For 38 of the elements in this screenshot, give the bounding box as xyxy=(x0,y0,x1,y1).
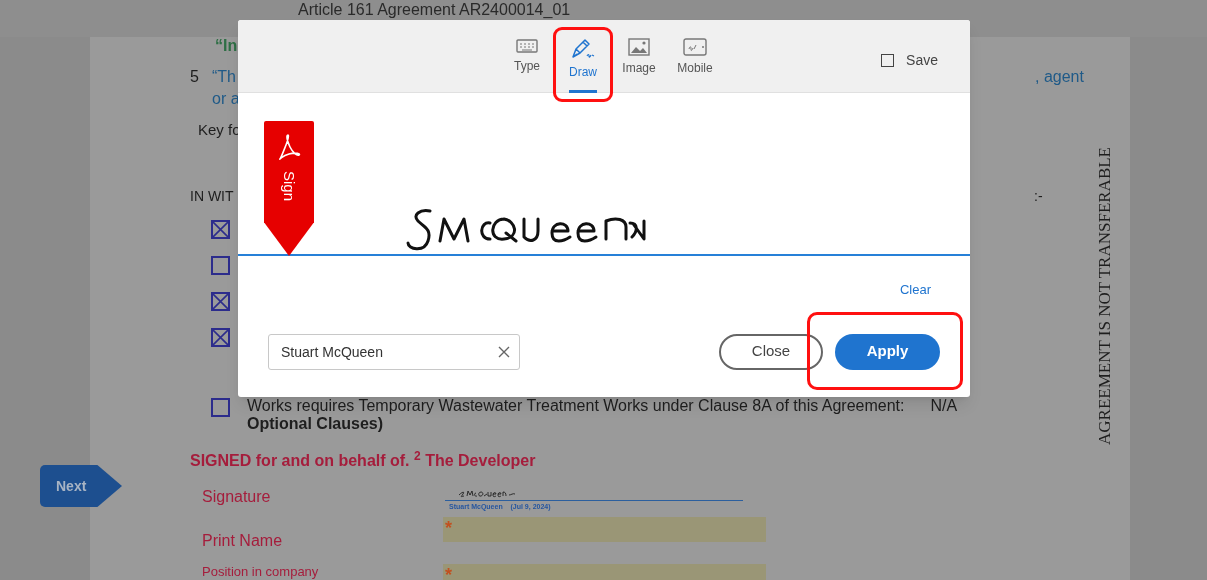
close-button[interactable]: Close xyxy=(719,333,823,370)
tab[interactable]: Type xyxy=(514,20,540,93)
name-field[interactable]: Stuart McQueen xyxy=(268,333,520,370)
apply-button[interactable]: Apply xyxy=(835,333,940,370)
field-label: Position in company xyxy=(201,564,320,580)
close-icon[interactable] xyxy=(498,345,510,358)
option-value: N/A xyxy=(930,397,958,415)
checkbox[interactable] xyxy=(881,54,895,67)
pen-icon xyxy=(570,38,596,60)
mobile-device-icon xyxy=(683,38,707,56)
option-text: Works requires Temporary Wastewater Treatment Works under Clause 8A of this Agreement: xyxy=(247,397,905,415)
acrobat-logo-icon xyxy=(277,133,301,161)
required-mark: * xyxy=(445,518,452,538)
checkbox[interactable] xyxy=(211,328,230,347)
image-icon xyxy=(628,38,650,56)
option-note: Optional Clauses) xyxy=(247,415,385,433)
clear-link[interactable]: Clear xyxy=(899,280,931,300)
field-label: Signature xyxy=(201,487,272,507)
save-label: Save xyxy=(906,51,938,70)
tab[interactable]: Draw xyxy=(569,20,597,93)
document-title: Article 161 Agreement AR2400014_01 xyxy=(298,1,571,19)
signed-heading: SIGNED for and on behalf of. $^{2}$ The Developer xyxy=(190,452,536,469)
keyboard-icon xyxy=(516,38,538,54)
clause-text: “In xyxy=(215,37,238,54)
checkbox[interactable] xyxy=(211,220,230,239)
clause-text: , agent xyxy=(1034,67,1085,87)
witness-text: IN WIT xyxy=(190,187,234,206)
side-notice: AGREEMENT IS NOT TRANSFERABLE xyxy=(1094,147,1116,445)
sign-label: Sign xyxy=(280,171,300,202)
clause-number: 5 xyxy=(190,67,200,87)
tab[interactable]: Image xyxy=(622,20,656,93)
checkbox[interactable] xyxy=(211,292,230,311)
tab[interactable]: Mobile xyxy=(677,20,713,93)
field-label: Print Name xyxy=(201,531,284,551)
checkbox[interactable] xyxy=(211,398,230,417)
checkbox[interactable] xyxy=(211,256,230,275)
clause-text: “Th xyxy=(212,67,236,87)
required-mark: * xyxy=(445,565,452,580)
